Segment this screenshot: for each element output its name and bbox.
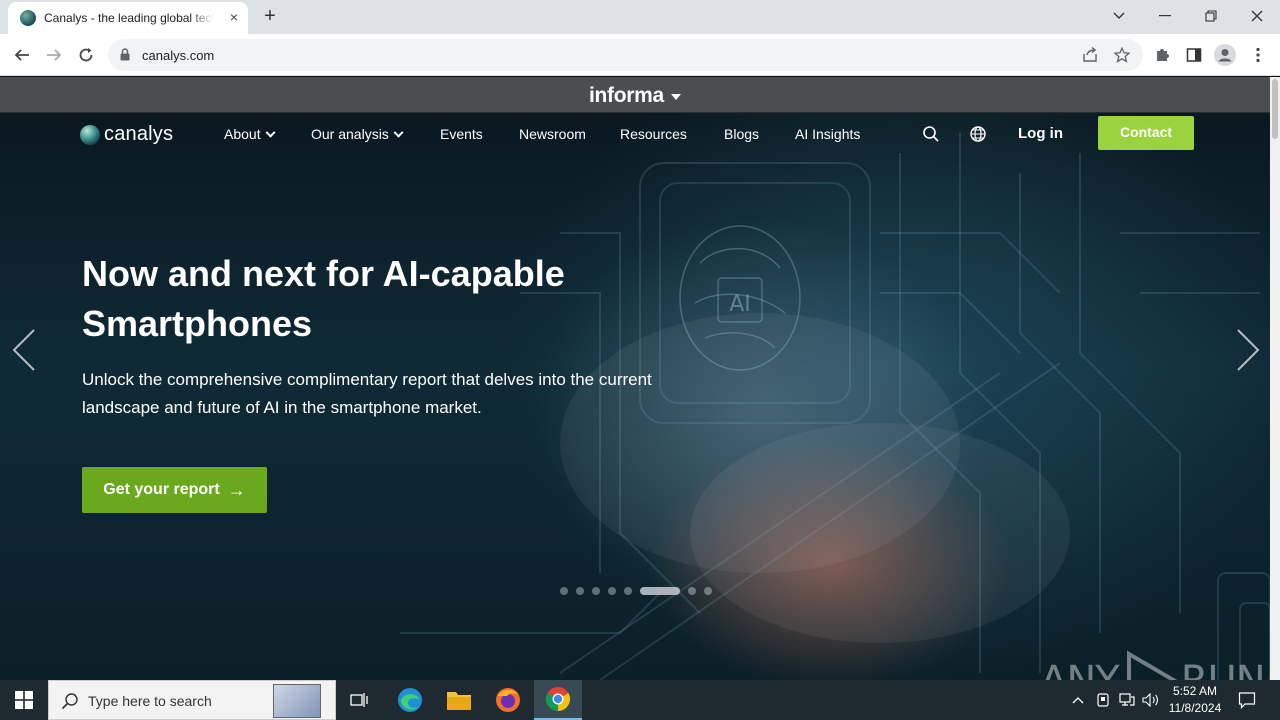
chevron-down-icon	[265, 127, 276, 138]
globe-language-icon[interactable]	[969, 125, 987, 148]
carousel-dot[interactable]	[592, 587, 600, 595]
new-tab-button[interactable]: +	[258, 5, 282, 29]
carousel-dot[interactable]	[608, 587, 616, 595]
logo-text: canalys	[104, 123, 174, 145]
close-window-button[interactable]	[1234, 0, 1280, 32]
headline-line-2: Smartphones	[82, 303, 313, 344]
carousel-dot[interactable]	[560, 587, 568, 595]
hero-carousel: AI canalys About Our analysis Events New…	[0, 113, 1270, 680]
task-view-icon[interactable]	[336, 680, 384, 720]
browser-toolbar: canalys.com	[0, 34, 1280, 76]
notifications-icon[interactable]	[1234, 680, 1260, 720]
get-report-button[interactable]: Get your report →	[82, 467, 267, 513]
tab-strip: Canalys - the leading global technology …	[0, 0, 1280, 34]
taskbar-clock[interactable]: 5:52 AM 11/8/2024	[1160, 683, 1230, 717]
informa-bar[interactable]: informa	[0, 77, 1270, 113]
minimize-button[interactable]	[1142, 0, 1188, 32]
login-link[interactable]: Log in	[1018, 125, 1063, 142]
headline-line-1: Now and next for AI-capable	[82, 253, 565, 294]
globe-logo-icon	[80, 124, 100, 145]
tab-search-icon[interactable]	[1096, 0, 1142, 32]
search-icon	[61, 692, 79, 715]
nav-our-analysis-label: Our analysis	[311, 126, 389, 142]
firefox-icon[interactable]	[484, 680, 532, 720]
subtext-line-1: Unlock the comprehensive complimentary r…	[82, 370, 652, 389]
chrome-menu-icon[interactable]	[1246, 43, 1270, 67]
carousel-dot[interactable]	[704, 587, 712, 595]
nav-ai-insights[interactable]: AI Insights	[795, 126, 860, 142]
informa-logo[interactable]: informa	[589, 84, 664, 108]
chrome-taskbar-icon[interactable]	[534, 680, 582, 720]
share-icon[interactable]	[1080, 45, 1100, 65]
extensions-puzzle-icon[interactable]	[1150, 43, 1174, 67]
edge-browser-icon[interactable]	[386, 680, 434, 720]
carousel-dot[interactable]	[688, 587, 696, 595]
carousel-dot-active[interactable]	[640, 587, 680, 595]
search-highlight-image	[273, 684, 321, 718]
windows-start-icon[interactable]	[0, 680, 48, 720]
device-icon[interactable]	[1094, 680, 1112, 720]
watermark-run: RUN	[1181, 658, 1266, 680]
profile-avatar-icon[interactable]	[1213, 43, 1237, 67]
canalys-logo[interactable]: canalys	[80, 123, 173, 146]
cta-label: Get your report	[103, 481, 220, 498]
contact-button[interactable]: Contact	[1098, 116, 1194, 150]
side-panel-icon[interactable]	[1182, 43, 1206, 67]
nav-our-analysis[interactable]: Our analysis	[311, 126, 404, 142]
taskbar-search-box[interactable]: Type here to search	[48, 680, 336, 720]
page-scrollbar[interactable]	[1270, 77, 1280, 680]
nav-newsroom[interactable]: Newsroom	[519, 126, 586, 142]
nav-about-label: About	[224, 126, 261, 142]
carousel-pagination	[560, 587, 720, 595]
web-page: informa AI canalys About Our analysis Ev…	[0, 77, 1270, 680]
watermark-any: ANY	[1040, 658, 1120, 680]
nav-resources[interactable]: Resources	[620, 126, 687, 142]
clock-date: 11/8/2024	[1168, 701, 1222, 715]
svg-text:AI: AI	[729, 292, 751, 317]
hero-headline: Now and next for AI-capable Smartphones	[82, 249, 682, 349]
chevron-up-icon[interactable]	[1068, 680, 1088, 720]
scrollbar-thumb[interactable]	[1272, 79, 1278, 139]
nav-blogs[interactable]: Blogs	[724, 126, 759, 142]
address-bar[interactable]: canalys.com	[108, 39, 1143, 71]
reload-icon[interactable]	[74, 43, 98, 67]
windows-taskbar: Type here to search 5:52 AM 11/8/2024	[0, 680, 1280, 720]
search-icon[interactable]	[922, 125, 940, 148]
anyrun-watermark: ANY RUN	[1040, 650, 1266, 680]
nav-about[interactable]: About	[224, 126, 276, 142]
play-triangle-icon	[1126, 650, 1177, 680]
url-text[interactable]: canalys.com	[142, 48, 214, 63]
chevron-down-icon	[393, 127, 404, 138]
carousel-prev-arrow-icon[interactable]	[10, 328, 40, 371]
hero-subtext: Unlock the comprehensive complimentary r…	[82, 366, 722, 422]
bookmark-star-icon[interactable]	[1112, 45, 1132, 65]
arrow-right-icon: →	[227, 479, 246, 500]
carousel-dot[interactable]	[576, 587, 584, 595]
taskbar-search-placeholder: Type here to search	[88, 693, 212, 709]
caret-down-icon[interactable]	[671, 94, 681, 100]
back-arrow-icon[interactable]	[10, 43, 34, 67]
forward-arrow-icon[interactable]	[42, 43, 66, 67]
carousel-dot[interactable]	[624, 587, 632, 595]
browser-tab[interactable]: Canalys - the leading global technology …	[8, 2, 248, 34]
carousel-next-arrow-icon[interactable]	[1232, 328, 1262, 371]
file-explorer-icon[interactable]	[435, 680, 483, 720]
clock-time: 5:52 AM	[1172, 684, 1218, 698]
canalys-favicon-icon	[20, 10, 36, 26]
network-icon[interactable]	[1116, 680, 1138, 720]
subtext-line-2: landscape and future of AI in the smartp…	[82, 398, 482, 417]
nav-events[interactable]: Events	[440, 126, 483, 142]
restore-button[interactable]	[1188, 0, 1234, 32]
volume-icon[interactable]	[1140, 680, 1162, 720]
tab-close-icon[interactable]: ×	[226, 9, 242, 25]
tab-title: Canalys - the leading global technology …	[44, 11, 214, 25]
lock-icon[interactable]	[120, 48, 130, 66]
